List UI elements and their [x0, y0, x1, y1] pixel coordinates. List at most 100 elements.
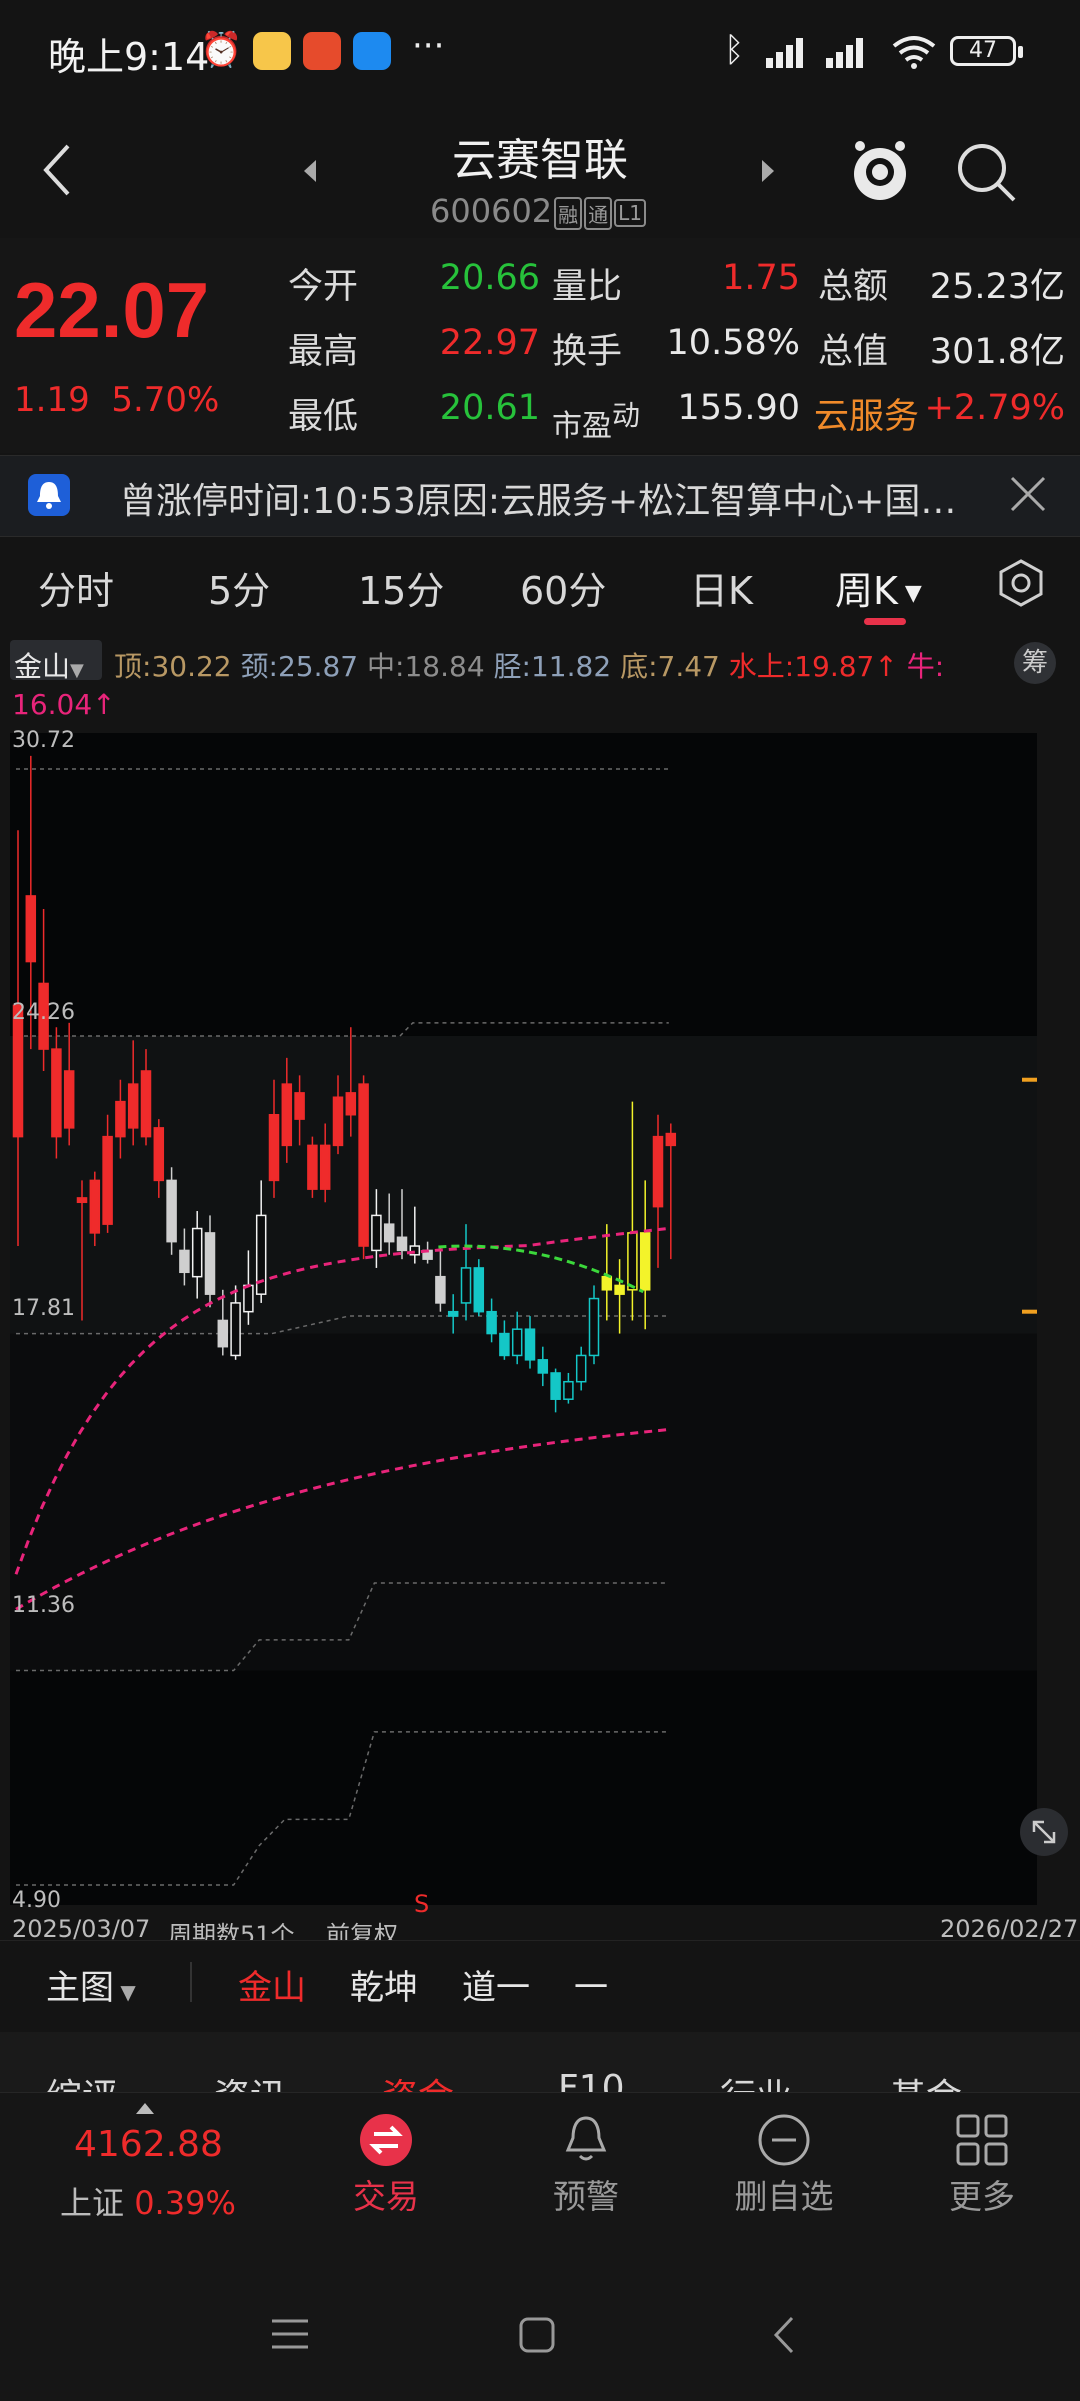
indicator-yi[interactable]: 一	[574, 1960, 608, 2009]
sector-label[interactable]: 云服务	[814, 388, 919, 439]
high-label: 最高	[288, 332, 359, 372]
candle-body	[665, 1132, 677, 1147]
meituan-app-icon	[253, 32, 291, 70]
candle-body	[153, 1127, 165, 1182]
sector-change[interactable]: +2.79%	[920, 388, 1065, 428]
open-label: 今开	[288, 267, 359, 307]
index-info[interactable]: 上证 0.39%	[60, 2178, 236, 2224]
pe-value: 155.90	[677, 388, 800, 428]
candle-body	[396, 1236, 408, 1252]
indicator-neck: 颈:25.87	[240, 650, 359, 683]
subtab-industry[interactable]: 行业	[720, 2068, 792, 2092]
volume-ratio-label: 量比	[552, 267, 623, 307]
candle-body	[345, 1092, 357, 1116]
subtab-f10[interactable]: F10	[558, 2068, 625, 2092]
low-value: 20.61	[439, 388, 540, 428]
candle-body	[230, 1302, 241, 1357]
y-label-top: 30.72	[12, 728, 75, 753]
expand-icon	[1032, 1820, 1056, 1844]
candle-body	[179, 1249, 190, 1274]
open-value: 20.66	[439, 258, 540, 298]
index-value[interactable]: 4162.88	[74, 2124, 223, 2165]
status-bar: 晚上9:14 ⏰ ··· ᛒ 47	[0, 0, 1080, 100]
candle-body	[614, 1284, 625, 1295]
signal-icon-2	[826, 38, 863, 68]
subtab-overview[interactable]: 综评	[46, 2068, 118, 2092]
nav-trade[interactable]: 交易	[306, 2170, 466, 2218]
nav-alert[interactable]: 预警	[506, 2170, 666, 2218]
pe-label: 市盈动	[552, 399, 641, 444]
candle-body	[102, 1135, 113, 1225]
tab-15min[interactable]: 15分	[358, 560, 444, 615]
indicator-water: 水上:19.87↑	[728, 650, 898, 683]
chevron-down-icon: ▼	[897, 581, 922, 606]
candle-body	[563, 1380, 574, 1400]
alarm-icon: ⏰	[200, 30, 243, 70]
indicator-mid: 中:18.84	[367, 650, 485, 683]
indicator-jinshan[interactable]: 金山	[238, 1960, 306, 2009]
bell-notice-icon	[28, 474, 70, 516]
kline-chart[interactable]	[10, 733, 1037, 1905]
next-stock-icon[interactable]	[758, 156, 778, 186]
app-notification-icon-2	[353, 32, 391, 70]
remove-watchlist-icon[interactable]	[756, 2112, 812, 2168]
subtab-funds[interactable]: 资金	[382, 2068, 454, 2092]
fullscreen-button[interactable]	[1020, 1808, 1068, 1856]
tab-60min[interactable]: 60分	[520, 560, 606, 615]
candle-body	[281, 1083, 293, 1147]
indicator-bull-value: 16.04↑	[12, 688, 116, 721]
subtab-fund[interactable]: 基金	[890, 2068, 962, 2092]
menu-icon[interactable]	[270, 2316, 310, 2352]
tab-weekly[interactable]: 周K ▼	[835, 560, 922, 615]
bell-alert-icon[interactable]	[558, 2110, 614, 2168]
high-value: 22.97	[439, 323, 540, 363]
chart-end-date: 2026/02/27	[940, 1915, 1079, 1943]
nav-remove-watchlist[interactable]: 删自选	[704, 2170, 864, 2218]
chevron-down-icon: ▼	[70, 660, 84, 681]
stock-code-row: 600602 融通 L1	[430, 192, 647, 230]
trade-icon[interactable]	[358, 2112, 414, 2168]
sell-signal-marker: S	[414, 1890, 430, 1918]
main-chart-selector[interactable]: 主图 ▼	[46, 1960, 136, 2009]
amount-label: 总额	[818, 267, 889, 307]
candle-body	[383, 1223, 395, 1243]
candle-body	[588, 1297, 600, 1357]
tab-intraday[interactable]: 分时	[38, 560, 114, 615]
close-icon[interactable]	[1008, 474, 1048, 514]
status-time: 晚上9:14	[48, 35, 210, 79]
chevron-down-icon: ▼	[114, 1980, 136, 2004]
battery-icon: 47	[950, 36, 1023, 66]
mid-zone	[10, 1035, 1037, 1334]
market-cap-label: 总值	[818, 332, 889, 372]
subtab-news[interactable]: 资讯	[214, 2068, 286, 2092]
indicator-menu-bar	[0, 1940, 1080, 2031]
more-grid-icon[interactable]	[954, 2112, 1010, 2168]
menu-divider	[190, 1962, 192, 2002]
y-label-bottom: 4.90	[12, 1888, 61, 1913]
chart-settings-icon[interactable]	[996, 558, 1046, 608]
chip-distribution-button[interactable]: 筹	[1014, 642, 1056, 684]
back-icon[interactable]	[770, 2314, 798, 2356]
candle-body	[627, 1232, 638, 1291]
turnover-label: 换手	[552, 332, 623, 372]
candle-body	[12, 1004, 24, 1138]
candle-body	[473, 1267, 485, 1313]
more-notifications-icon: ···	[412, 26, 445, 66]
search-icon[interactable]	[954, 140, 1018, 204]
indicator-daoyi[interactable]: 道一	[462, 1960, 530, 2009]
candle-body	[652, 1135, 664, 1208]
candle-body	[537, 1359, 549, 1374]
notice-text[interactable]: 曾涨停时间:10:53原因:云服务+松江智算中心+国…	[120, 472, 956, 524]
tab-5min[interactable]: 5分	[208, 560, 270, 615]
tab-daily[interactable]: 日K	[690, 560, 753, 615]
app-notification-icon	[303, 32, 341, 70]
y-label-3: 17.81	[12, 1296, 75, 1321]
home-icon[interactable]	[518, 2316, 556, 2354]
stock-code: 600602	[430, 192, 553, 230]
lower-zone	[10, 1670, 1037, 1905]
indicator-bottom: 底:7.47	[620, 650, 720, 683]
indicator-qiankun[interactable]: 乾坤	[350, 1960, 418, 2009]
nav-more[interactable]: 更多	[902, 2170, 1062, 2218]
assistant-robot-icon[interactable]	[848, 136, 912, 208]
candle-body	[371, 1214, 382, 1252]
